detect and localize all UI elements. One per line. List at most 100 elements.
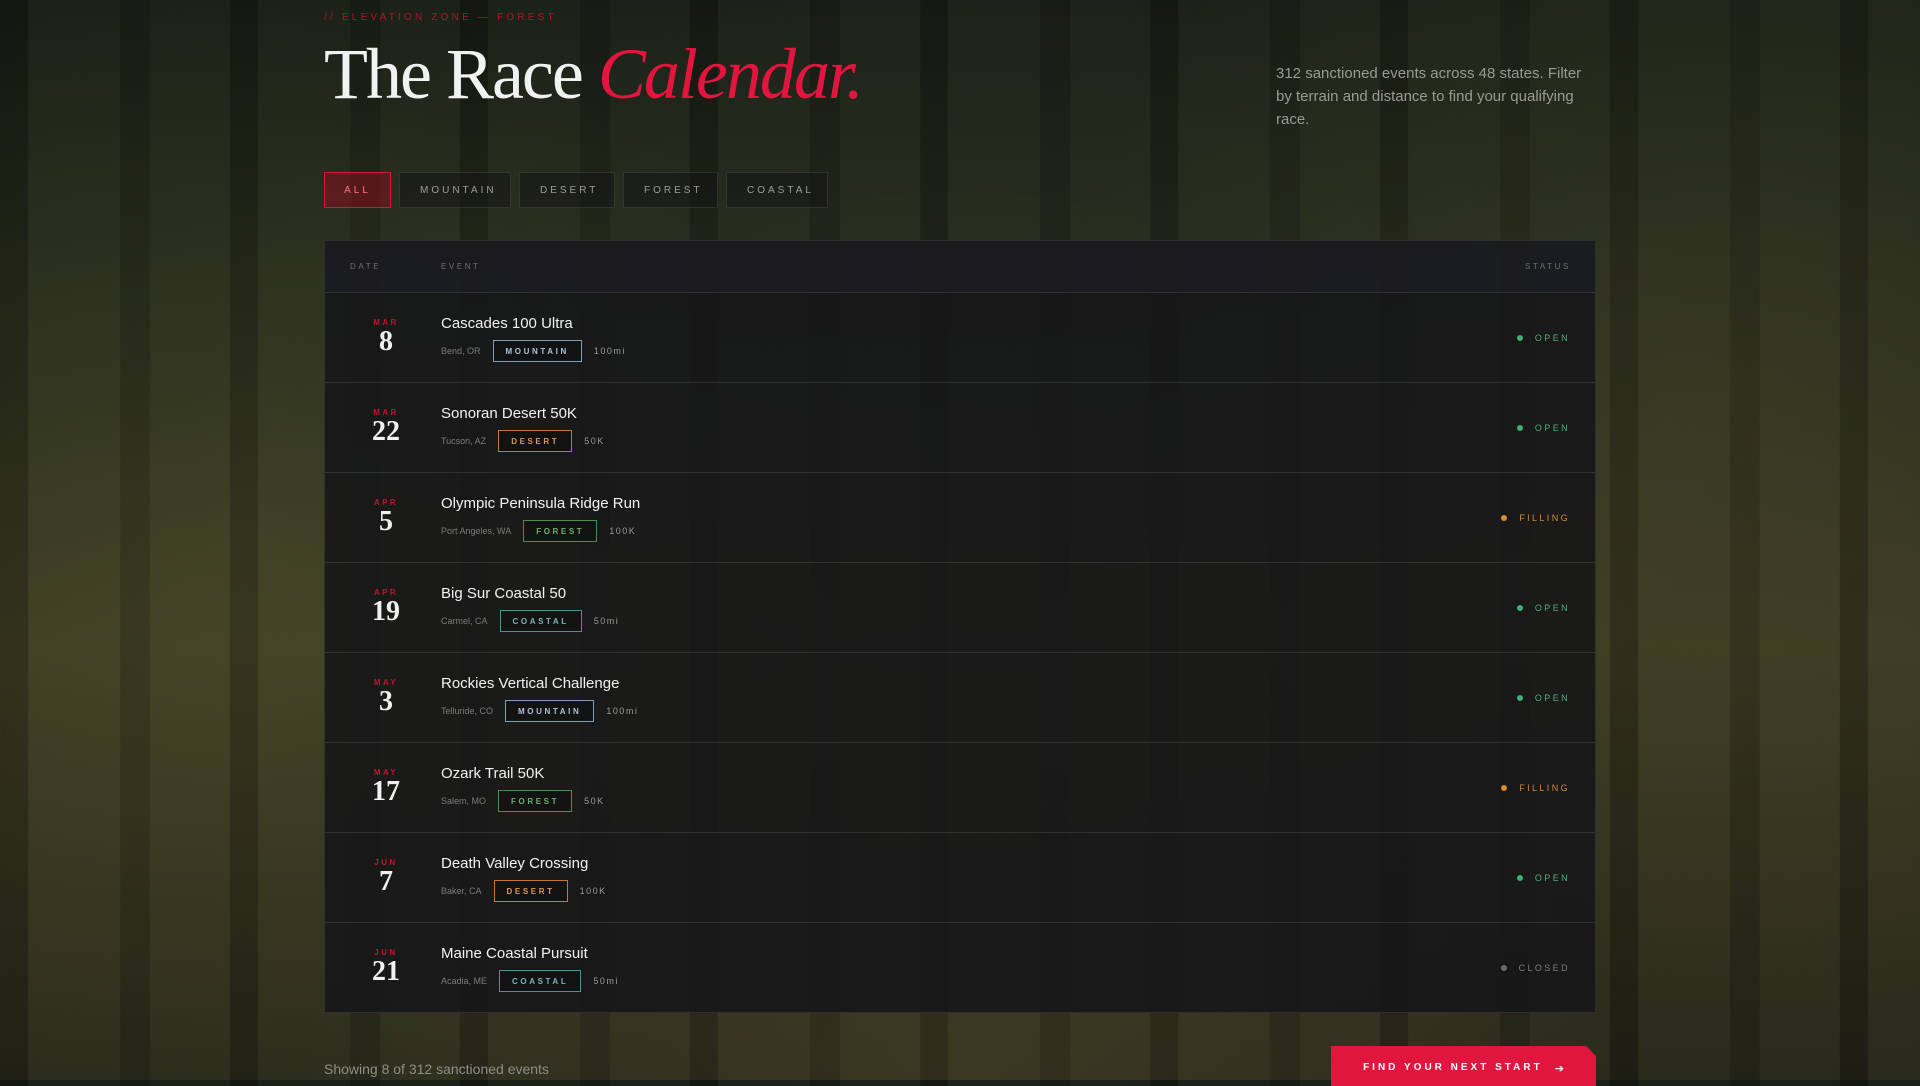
status-dot-icon [1516, 335, 1523, 341]
race-event: Death Valley Crossing Baker, CA DESERT 100K [441, 855, 607, 902]
status-label: OPEN [1534, 423, 1570, 433]
header-status: STATUS [1525, 262, 1571, 271]
table-row[interactable]: MAY 3 Rockies Vertical Challenge Telluride,… [325, 653, 1595, 743]
header-event: EVENT [441, 262, 481, 271]
status-label: OPEN [1534, 603, 1570, 613]
race-distance: 100K [579, 886, 607, 896]
status-dot-icon [1516, 425, 1523, 431]
race-location: Bend, OR [441, 346, 481, 356]
race-day: 19 [372, 596, 400, 627]
status-label: FILLING [1519, 513, 1570, 523]
race-event: Olympic Peninsula Ridge Run Port Angeles,… [441, 495, 640, 542]
table-body: MAR 8 Cascades 100 Ultra Bend, OR MOUNTAIN 10… [325, 293, 1595, 1012]
status-dot-icon [1500, 965, 1507, 971]
race-meta: Port Angeles, WA FOREST 100K [441, 520, 640, 542]
terrain-tag: DESERT [498, 430, 573, 452]
race-day: 22 [372, 416, 400, 447]
race-location: Salem, MO [441, 796, 487, 806]
race-event: Big Sur Coastal 50 Carmel, CA COASTAL 50mi [441, 585, 619, 632]
status-dot-icon [1501, 785, 1508, 791]
race-distance: 100K [609, 526, 637, 536]
terrain-tag: COASTAL [499, 610, 582, 632]
race-distance: 100mi [606, 706, 639, 716]
status-badge: OPEN [1516, 873, 1570, 883]
header-date: DATE [350, 262, 382, 271]
status-badge: OPEN [1516, 423, 1570, 433]
title-main: The Race [324, 34, 584, 114]
filter-desert[interactable]: DESERT [519, 172, 615, 208]
race-event: Ozark Trail 50K Salem, MO FOREST 50K [441, 765, 605, 812]
table-row[interactable]: JUN 7 Death Valley Crossing Baker, CA DESERT… [325, 833, 1595, 923]
terrain-tag: FOREST [523, 520, 598, 542]
race-distance: 50mi [593, 616, 620, 626]
arrow-right-icon: ➔ [1554, 1063, 1564, 1075]
race-event: Maine Coastal Pursuit Acadia, ME COASTAL 50… [441, 945, 619, 992]
terrain-tag: MOUNTAIN [492, 340, 582, 362]
race-date: JUN 21 [325, 923, 447, 987]
race-meta: Salem, MO FOREST 50K [441, 790, 605, 812]
race-event: Cascades 100 Ultra Bend, OR MOUNTAIN 100mi [441, 315, 626, 362]
race-name: Sonoran Desert 50K [441, 405, 577, 422]
race-name: Cascades 100 Ultra [441, 315, 573, 332]
race-distance: 50K [584, 796, 605, 806]
race-location: Acadia, ME [441, 976, 488, 986]
status-label: FILLING [1519, 783, 1570, 793]
status-dot-icon [1501, 515, 1508, 521]
status-badge: OPEN [1516, 603, 1570, 613]
table-header: DATE EVENT STATUS [325, 241, 1595, 293]
race-date: MAY 17 [325, 743, 447, 807]
title-accent: Calendar. [597, 34, 864, 114]
table-row[interactable]: MAR 22 Sonoran Desert 50K Tucson, AZ DESERT 5… [325, 383, 1595, 473]
table-row[interactable]: JUN 21 Maine Coastal Pursuit Acadia, ME COAS… [325, 923, 1595, 1012]
race-table: DATE EVENT STATUS MAR 8 Cascades 100 Ultra… [324, 240, 1596, 1013]
race-day: 8 [379, 326, 393, 357]
race-location: Port Angeles, WA [441, 526, 512, 536]
page-title: The Race Calendar. [324, 32, 864, 116]
eyebrow-label: // ELEVATION ZONE — FOREST [324, 12, 557, 23]
race-meta: Bend, OR MOUNTAIN 100mi [441, 340, 626, 362]
terrain-filter-bar: ALL MOUNTAIN DESERT FOREST COASTAL [324, 172, 828, 208]
race-event: Sonoran Desert 50K Tucson, AZ DESERT 50K [441, 405, 605, 452]
race-date: APR 19 [325, 563, 447, 627]
filter-forest[interactable]: FOREST [623, 172, 718, 208]
race-name: Death Valley Crossing [441, 855, 589, 872]
table-row[interactable]: APR 19 Big Sur Coastal 50 Carmel, CA COASTAL… [325, 563, 1595, 653]
status-dot-icon [1516, 605, 1523, 611]
race-distance: 50K [584, 436, 605, 446]
filter-all[interactable]: ALL [324, 172, 391, 208]
race-location: Telluride, CO [441, 706, 494, 716]
status-dot-icon [1516, 695, 1523, 701]
race-day: 3 [379, 686, 393, 717]
race-meta: Telluride, CO MOUNTAIN 100mi [441, 700, 638, 722]
terrain-tag: MOUNTAIN [505, 700, 595, 722]
status-dot-icon [1516, 875, 1523, 881]
race-name: Maine Coastal Pursuit [441, 945, 588, 962]
status-badge: FILLING [1501, 783, 1570, 793]
race-day: 5 [379, 506, 393, 537]
status-badge: CLOSED [1500, 963, 1570, 973]
race-location: Baker, CA [441, 886, 482, 896]
race-day: 17 [372, 776, 400, 807]
race-event: Rockies Vertical Challenge Telluride, CO M… [441, 675, 638, 722]
status-label: CLOSED [1518, 963, 1570, 973]
race-meta: Baker, CA DESERT 100K [441, 880, 607, 902]
race-date: MAR 8 [325, 293, 447, 357]
find-next-start-button[interactable]: FIND YOUR NEXT START ➔ [1331, 1046, 1596, 1086]
race-day: 7 [379, 866, 393, 897]
filter-coastal[interactable]: COASTAL [726, 172, 828, 208]
race-location: Carmel, CA [441, 616, 488, 626]
race-day: 21 [372, 956, 400, 987]
status-badge: OPEN [1516, 693, 1570, 703]
filter-mountain[interactable]: MOUNTAIN [399, 172, 511, 208]
terrain-tag: COASTAL [499, 970, 582, 992]
table-row[interactable]: MAY 17 Ozark Trail 50K Salem, MO FOREST 50K FI… [325, 743, 1595, 833]
status-label: OPEN [1534, 333, 1570, 343]
race-meta: Tucson, AZ DESERT 50K [441, 430, 605, 452]
table-row[interactable]: MAR 8 Cascades 100 Ultra Bend, OR MOUNTAIN 10… [325, 293, 1595, 383]
table-row[interactable]: APR 5 Olympic Peninsula Ridge Run Port Ange… [325, 473, 1595, 563]
race-distance: 100mi [593, 346, 626, 356]
race-location: Tucson, AZ [441, 436, 487, 446]
race-distance: 50mi [593, 976, 619, 986]
race-name: Olympic Peninsula Ridge Run [441, 495, 641, 512]
status-badge: OPEN [1516, 333, 1570, 343]
